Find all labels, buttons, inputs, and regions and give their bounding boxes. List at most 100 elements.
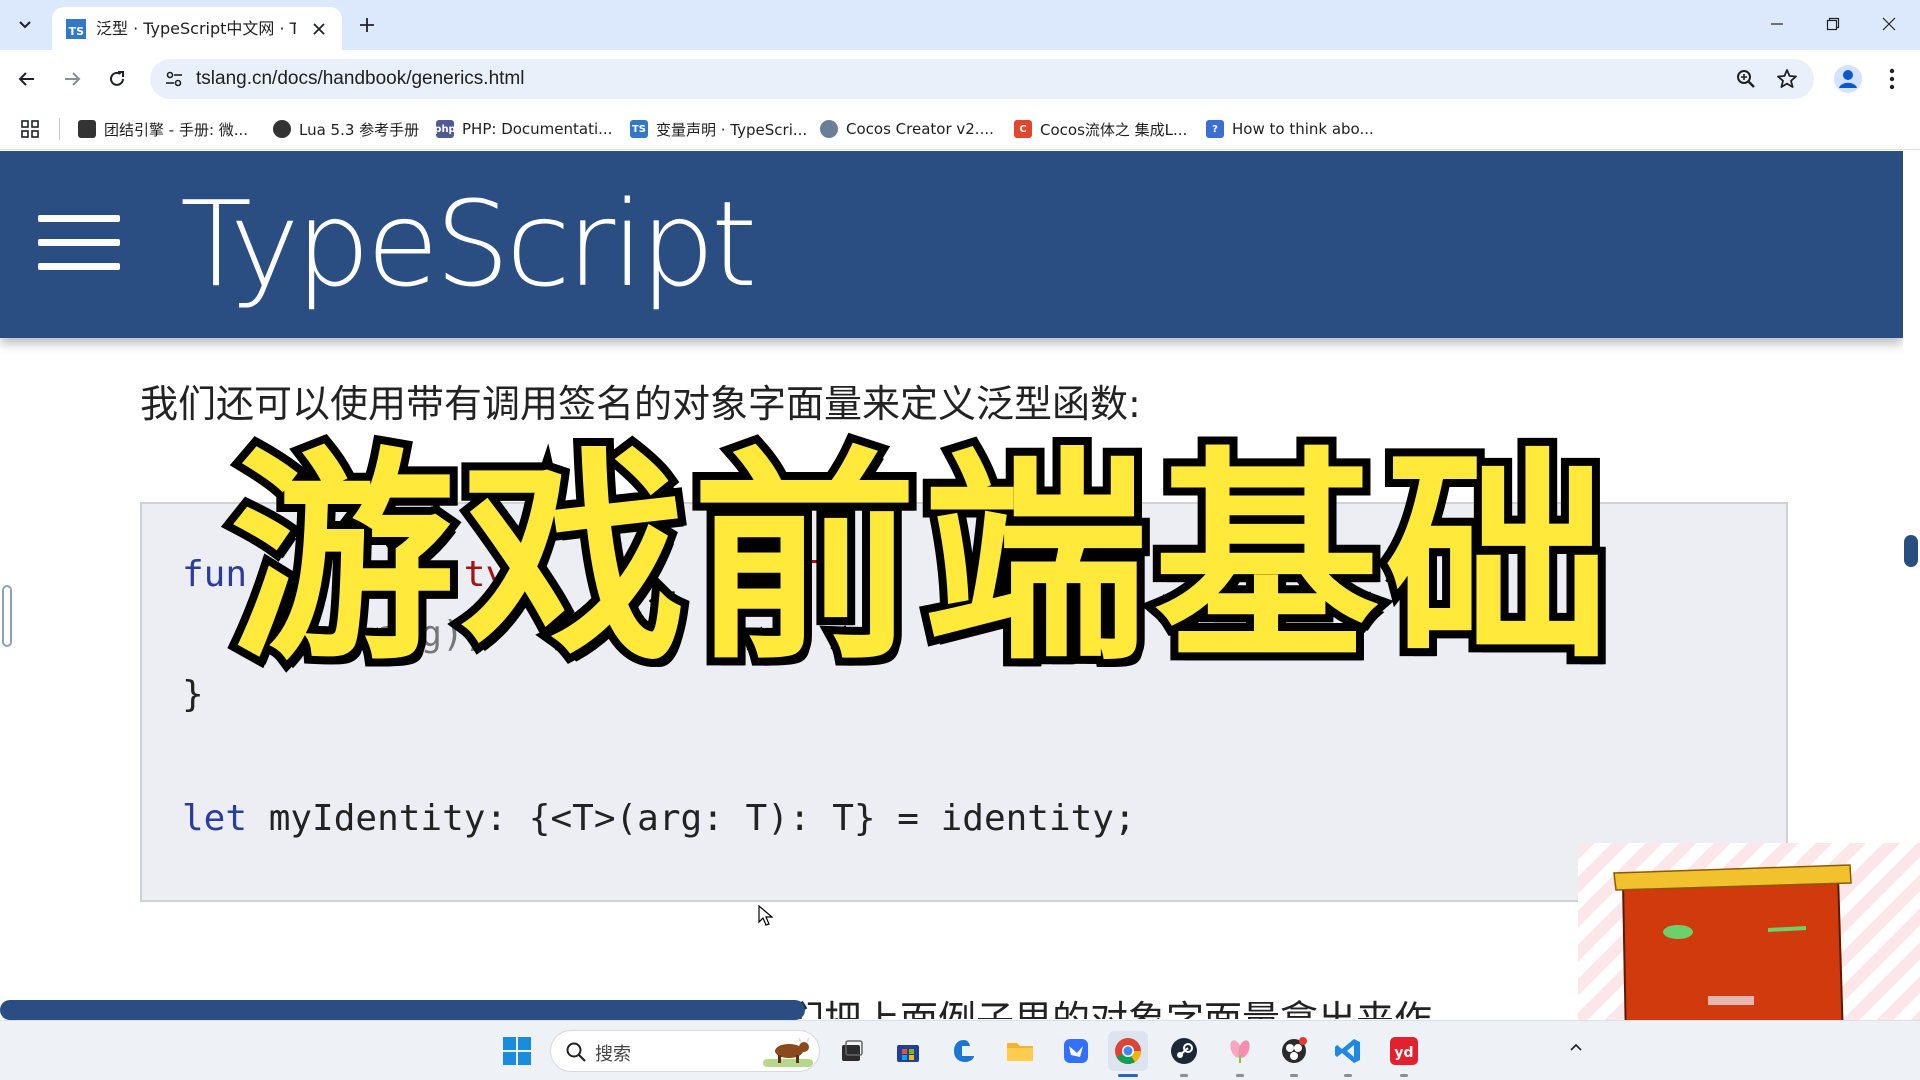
cocos-logo-icon (820, 120, 838, 138)
bookmark-label: Cocos Creator v2.... (846, 120, 994, 138)
globe-icon (273, 120, 291, 138)
task-view-icon (842, 1040, 863, 1061)
start-button[interactable] (497, 1031, 537, 1071)
video-overlay-title: 游戏前端基础 (222, 422, 1618, 698)
taskbar-steam[interactable] (1164, 1031, 1204, 1071)
steam-icon (1171, 1038, 1197, 1064)
tuanjie-logo-icon (78, 120, 96, 138)
reload-button[interactable] (102, 64, 132, 94)
bookmark-lua[interactable]: Lua 5.3 参考手册 (273, 116, 419, 142)
taskbar-task-view[interactable] (832, 1031, 872, 1071)
taskbar-app-feishu[interactable] (1056, 1031, 1096, 1071)
restore-icon (1826, 17, 1840, 31)
code-text: myIdentity: {<T>(arg: T): T} = identity; (247, 798, 1136, 839)
tab-active[interactable]: TS 泛型 · TypeScript中文网 · Type (52, 7, 342, 50)
bookmark-how-to-think[interactable]: ? How to think abo... (1206, 116, 1374, 142)
taskbar-app-blue[interactable] (944, 1031, 984, 1071)
cow-illustration-icon (763, 1037, 813, 1067)
taskbar-youdao[interactable]: yd (1384, 1031, 1424, 1071)
zoom-icon[interactable] (1735, 68, 1757, 90)
close-icon (313, 23, 325, 35)
forward-button[interactable] (57, 64, 87, 94)
code-line-3: } (182, 674, 204, 715)
hamburger-menu-icon[interactable] (38, 215, 120, 271)
bookmark-tuanjie[interactable]: 团结引擎 - 手册: 微... (78, 116, 248, 142)
taskbar-store[interactable] (888, 1031, 928, 1071)
tray-expand-icon[interactable] (1568, 1039, 1584, 1055)
windows-taskbar: 搜索 yd (0, 1020, 1920, 1080)
search-icon (566, 1042, 586, 1062)
csdn-logo-icon: C (1014, 120, 1032, 138)
taskbar-search-box[interactable]: 搜索 (550, 1030, 820, 1072)
horizontal-scrollbar-thumb[interactable] (0, 1000, 805, 1020)
typescript-logo-icon: TS (630, 120, 648, 138)
taskbar-chrome[interactable] (1108, 1031, 1148, 1071)
store-icon (897, 1045, 919, 1062)
running-indicator (1236, 1074, 1244, 1077)
vscode-icon (1335, 1039, 1360, 1063)
profile-avatar-icon[interactable] (1833, 64, 1863, 94)
folder-icon (1007, 1043, 1033, 1061)
mouse-cursor-icon (758, 905, 774, 926)
reload-icon (110, 71, 124, 86)
running-indicator (1290, 1074, 1298, 1077)
browser-app-icon (954, 1040, 974, 1062)
running-indicator (1344, 1074, 1352, 1077)
bookmark-label: How to think abo... (1232, 120, 1374, 138)
bookmark-label: Cocos流体之 集成L... (1040, 120, 1188, 139)
bookmark-cocos-fluid[interactable]: C Cocos流体之 集成L... (1014, 116, 1187, 142)
php-logo-icon: php (434, 120, 456, 138)
url-text[interactable]: tslang.cn/docs/handbook/generics.html (196, 68, 524, 90)
arrow-right-icon (65, 72, 81, 86)
tab-title: 泛型 · TypeScript中文网 · Type (96, 19, 296, 38)
close-icon (1882, 17, 1896, 31)
taskbar-obs[interactable] (1274, 1031, 1314, 1071)
taskbar-file-explorer[interactable] (1000, 1031, 1040, 1071)
windows-logo-icon (503, 1037, 531, 1065)
active-app-indicator (1118, 1074, 1138, 1077)
chevron-down-icon (19, 21, 31, 29)
typescript-favicon-icon: TS (66, 19, 86, 39)
apps-grid-icon[interactable] (20, 119, 40, 139)
site-header: TypeScript (0, 151, 1903, 338)
new-tab-button[interactable] (352, 10, 382, 40)
site-settings-icon[interactable] (164, 69, 184, 89)
bookmark-typescript[interactable]: TS 变量声明 · TypeScri... (630, 116, 807, 142)
bookmark-label: Lua 5.3 参考手册 (299, 120, 420, 139)
arrow-left-icon (18, 72, 34, 86)
taskbar-app-pink[interactable] (1220, 1031, 1260, 1071)
recording-app-icon (1282, 1037, 1307, 1063)
bookmark-php[interactable]: php PHP: Documentati... (434, 116, 612, 142)
window-close-button[interactable] (1862, 0, 1916, 48)
bookmark-label: 变量声明 · TypeScri... (656, 120, 808, 139)
address-bar[interactable]: tslang.cn/docs/handbook/generics.html (150, 59, 1814, 99)
bookmarks-divider (59, 118, 60, 140)
bookmark-star-icon[interactable] (1775, 67, 1799, 91)
side-panel-handle[interactable] (2, 585, 12, 647)
minimize-icon (1771, 23, 1783, 25)
help-page-icon: ? (1206, 120, 1224, 138)
tab-search-button[interactable] (10, 10, 40, 40)
window-minimize-button[interactable] (1750, 0, 1804, 48)
svg-text:yd: yd (1394, 1045, 1413, 1061)
bookmark-label: 团结引擎 - 手册: 微... (104, 120, 249, 139)
intro-paragraph: 我们还可以使用带有调用签名的对象字面量来定义泛型函数: (140, 382, 1141, 426)
running-indicator (1400, 1074, 1408, 1077)
running-indicator (1180, 1074, 1188, 1077)
bookmark-cocos-creator[interactable]: Cocos Creator v2.... (820, 116, 994, 142)
tab-close-button[interactable] (306, 16, 332, 42)
code-line-5: let myIdentity: {<T>(arg: T): T} = ident… (182, 798, 1136, 839)
code-keyword: let (182, 798, 248, 839)
pink-flower-icon (1230, 1040, 1250, 1063)
vertical-scrollbar-thumb[interactable] (1904, 535, 1918, 567)
bird-app-icon (1064, 1039, 1088, 1063)
more-menu-icon[interactable] (1880, 64, 1904, 94)
tab-strip: TS 泛型 · TypeScript中文网 · Type (0, 0, 1920, 50)
youdao-icon: yd (1390, 1037, 1418, 1065)
browser-toolbar: tslang.cn/docs/handbook/generics.html (0, 50, 1920, 108)
typescript-brand-logo[interactable]: TypeScript (180, 169, 757, 319)
taskbar-vscode[interactable] (1328, 1031, 1368, 1071)
back-button[interactable] (12, 64, 42, 94)
search-placeholder: 搜索 (595, 1044, 631, 1065)
window-restore-button[interactable] (1806, 0, 1860, 48)
